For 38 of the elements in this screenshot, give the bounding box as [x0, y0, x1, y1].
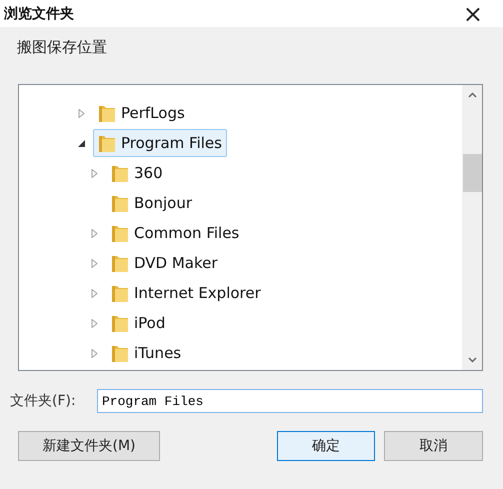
folder-icon — [111, 223, 129, 243]
folder-icon — [111, 283, 129, 303]
scroll-down-icon[interactable] — [468, 357, 477, 363]
folder-icon — [98, 103, 116, 123]
tree-item[interactable]: iPod — [106, 309, 170, 337]
scroll-thumb[interactable] — [463, 154, 482, 192]
folder-icon — [111, 193, 129, 213]
dialog-button[interactable]: 取消 — [384, 431, 483, 461]
tree-item[interactable]: Program Files — [93, 129, 227, 157]
expand-arrow-icon[interactable] — [90, 258, 99, 268]
folder-input[interactable]: Program Files — [97, 389, 483, 413]
folder-icon — [98, 133, 116, 153]
expand-arrow-icon[interactable] — [90, 348, 99, 358]
dialog-button[interactable]: 确定 — [277, 431, 375, 461]
folder-icon — [111, 163, 129, 183]
dialog-button[interactable]: 新建文件夹(M) — [18, 431, 160, 461]
tree-item[interactable]: Internet Explorer — [106, 279, 266, 307]
window-title: 浏览文件夹 — [4, 4, 74, 22]
folder-label: 文件夹(F): — [10, 392, 77, 410]
expand-arrow-icon[interactable] — [90, 318, 99, 328]
expand-arrow-icon[interactable] — [90, 168, 99, 178]
folder-icon — [111, 343, 129, 363]
tree-item[interactable]: iTunes — [106, 339, 186, 367]
expand-arrow-icon[interactable] — [90, 288, 99, 298]
tree-item[interactable]: Common Files — [106, 219, 244, 247]
tree-item[interactable]: 360 — [106, 159, 168, 187]
folder-icon — [111, 313, 129, 333]
description-text: 搬图保存位置 — [17, 38, 107, 57]
scroll-up-icon[interactable] — [468, 92, 477, 98]
tree-item[interactable]: DVD Maker — [106, 249, 223, 277]
tree-item[interactable]: Bonjour — [106, 189, 197, 217]
folder-icon — [111, 253, 129, 273]
close-button[interactable]: × — [456, 2, 489, 26]
tree-item[interactable]: PerfLogs — [93, 99, 190, 127]
collapse-arrow-icon[interactable] — [77, 138, 86, 148]
expand-arrow-icon[interactable] — [90, 228, 99, 238]
scrollbar[interactable] — [462, 85, 482, 370]
expand-arrow-icon[interactable] — [77, 108, 86, 118]
